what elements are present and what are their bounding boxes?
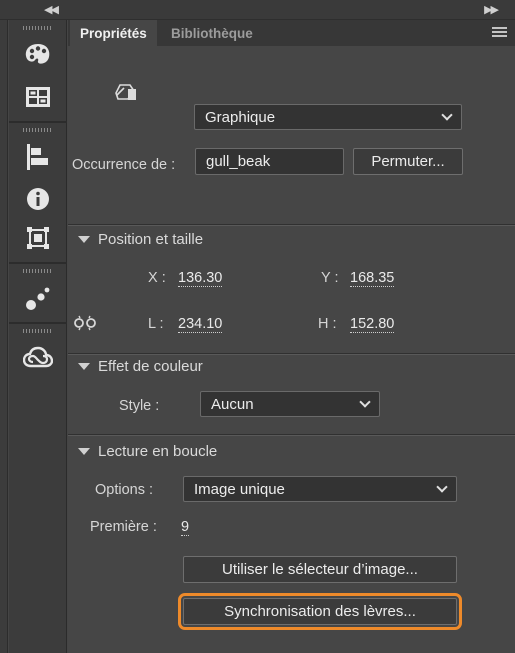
symbol-type-dropdown[interactable]: Graphique bbox=[194, 104, 462, 130]
panel-tab-bar: Propriétés Bibliothèque bbox=[68, 20, 515, 46]
motion-presets-icon[interactable] bbox=[22, 282, 54, 314]
cc-libraries-icon[interactable] bbox=[22, 342, 54, 374]
transform-icon[interactable] bbox=[22, 222, 54, 254]
style-label: Style : bbox=[119, 398, 160, 414]
instance-name-value: gull_beak bbox=[206, 153, 271, 170]
panel-dock-header: ◀◀ ▶▶ bbox=[0, 0, 515, 20]
group-grip[interactable] bbox=[23, 128, 53, 132]
height-label: H : bbox=[318, 316, 337, 332]
height-value[interactable]: 152.80 bbox=[350, 316, 395, 333]
loop-options-value: Image unique bbox=[194, 481, 285, 498]
x-label: X : bbox=[148, 270, 166, 286]
double-chevron-left-icon[interactable]: ◀◀ bbox=[44, 3, 59, 16]
instance-name-field[interactable]: gull_beak bbox=[195, 148, 344, 175]
color-effect-header[interactable]: Effet de couleur bbox=[78, 356, 203, 376]
looping-header[interactable]: Lecture en boucle bbox=[78, 441, 217, 461]
group-grip[interactable] bbox=[23, 329, 53, 333]
chevron-down-icon bbox=[441, 109, 453, 121]
properties-panel: Propriétés Bibliothèque Graphique Occurr… bbox=[68, 20, 515, 653]
section-divider bbox=[68, 354, 515, 355]
group-separator bbox=[9, 262, 67, 264]
instance-of-label: Occurrence de : bbox=[72, 157, 176, 173]
section-divider bbox=[68, 225, 515, 226]
collapse-triangle-icon bbox=[78, 447, 90, 455]
group-grip[interactable] bbox=[23, 269, 53, 273]
position-size-header[interactable]: Position et taille bbox=[78, 229, 203, 249]
panel-icon-strip bbox=[9, 20, 67, 653]
width-label: L : bbox=[148, 316, 164, 332]
section-divider bbox=[68, 435, 515, 436]
collapse-triangle-icon bbox=[78, 235, 90, 243]
tab-library[interactable]: Bibliothèque bbox=[161, 20, 263, 46]
swap-button[interactable]: Permuter... bbox=[353, 148, 463, 175]
panel-menu-icon[interactable] bbox=[492, 27, 507, 39]
group-separator bbox=[9, 322, 67, 324]
lip-sync-button[interactable]: Synchronisation des lèvres... bbox=[178, 593, 462, 630]
chevron-down-icon bbox=[359, 396, 371, 408]
loop-options-dropdown[interactable]: Image unique bbox=[183, 476, 457, 502]
collapse-triangle-icon bbox=[78, 362, 90, 370]
first-frame-value[interactable]: 9 bbox=[181, 519, 190, 536]
tab-properties[interactable]: Propriétés bbox=[70, 20, 157, 46]
frame-picker-button[interactable]: Utiliser le sélecteur d’image... bbox=[183, 556, 457, 583]
palette-icon[interactable] bbox=[22, 38, 54, 70]
link-dimensions-icon[interactable] bbox=[74, 315, 96, 334]
double-chevron-right-icon[interactable]: ▶▶ bbox=[484, 3, 499, 16]
options-label: Options : bbox=[95, 482, 154, 498]
color-style-dropdown[interactable]: Aucun bbox=[200, 391, 380, 417]
info-icon[interactable] bbox=[22, 183, 54, 215]
color-style-value: Aucun bbox=[211, 396, 254, 413]
y-label: Y : bbox=[321, 270, 339, 286]
swatches-icon[interactable] bbox=[22, 81, 54, 113]
group-separator bbox=[9, 121, 67, 123]
width-value[interactable]: 234.10 bbox=[178, 316, 223, 333]
symbol-type-value: Graphique bbox=[205, 109, 276, 126]
align-icon[interactable] bbox=[22, 141, 54, 173]
chevron-down-icon bbox=[436, 481, 448, 493]
graphic-symbol-icon bbox=[114, 81, 138, 108]
first-frame-label: Première : bbox=[90, 519, 157, 535]
x-value[interactable]: 136.30 bbox=[178, 270, 223, 287]
group-grip[interactable] bbox=[23, 26, 53, 30]
y-value[interactable]: 168.35 bbox=[350, 270, 395, 287]
left-edge-divider bbox=[0, 20, 8, 653]
